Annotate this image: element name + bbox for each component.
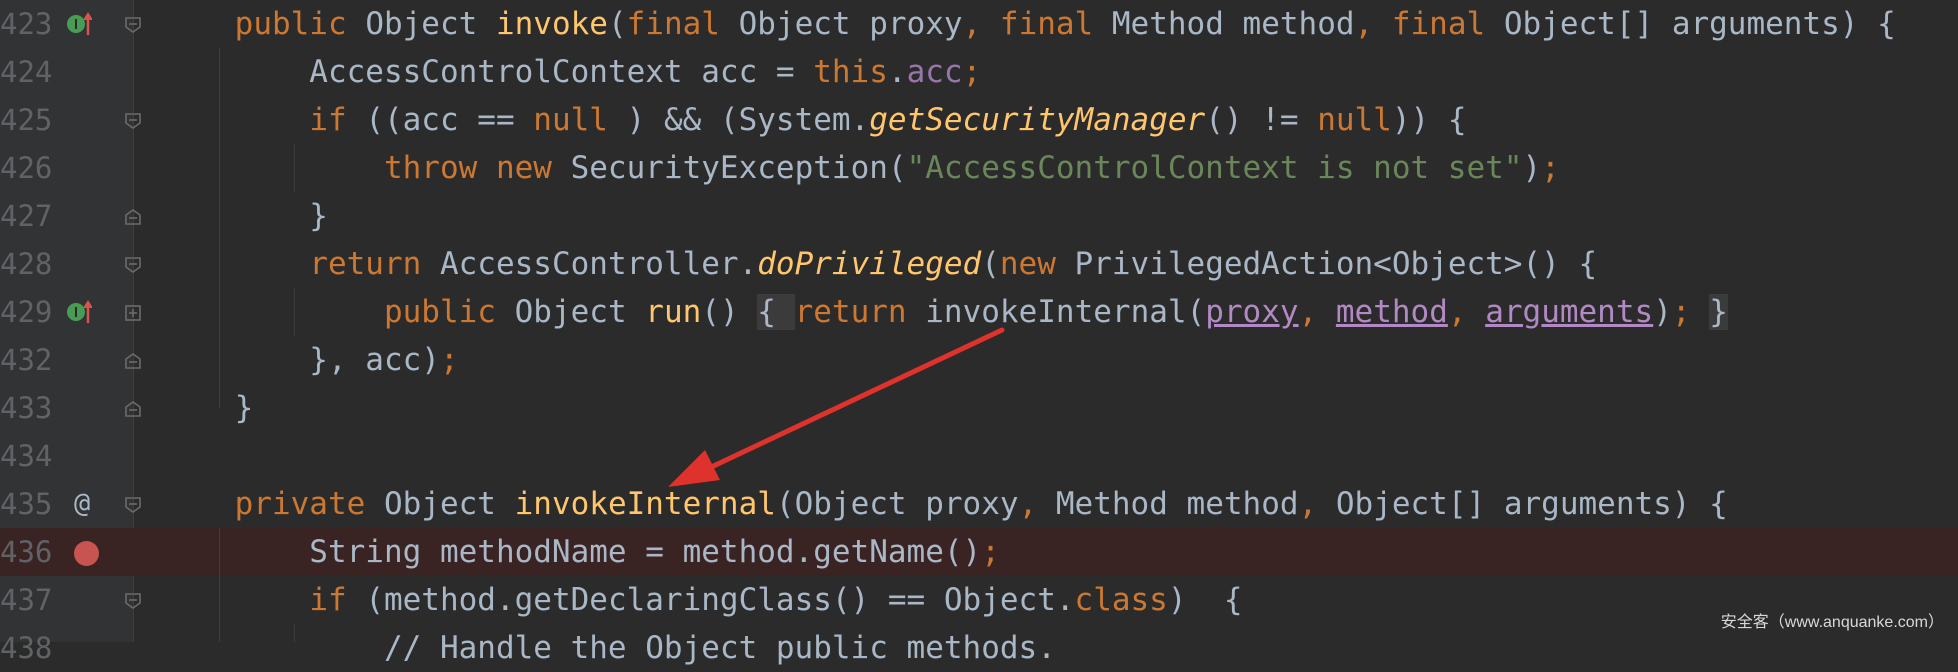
annotation-arrow <box>668 327 1005 487</box>
watermark: 安全客（www.anquanke.com） <box>1720 614 1944 631</box>
